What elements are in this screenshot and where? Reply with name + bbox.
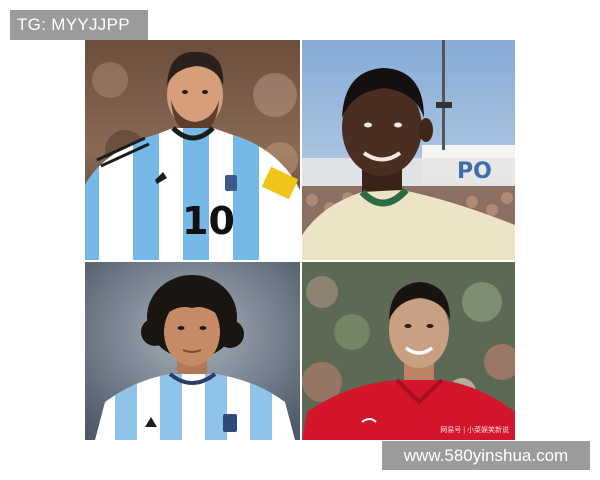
stadium-sign-text: PO xyxy=(457,159,492,184)
watermark-bottom-right: www.580yinshua.com xyxy=(382,441,590,470)
football-player-photo-icon xyxy=(85,262,300,440)
page: TG: MYYJJPP 10 PO 网易号 | 小菜娱笑新说 www.580yi… xyxy=(0,0,600,480)
football-player-photo-icon xyxy=(302,262,515,440)
watermark-top-left: TG: MYYJJPP xyxy=(10,10,148,40)
photo-grid: 10 PO 网易号 | 小菜娱笑新说 xyxy=(85,40,515,440)
photo-player-stadium: PO xyxy=(302,40,515,260)
photo-credit: 网易号 | 小菜娱笑新说 xyxy=(440,427,509,434)
photo-player-striped-10: 10 xyxy=(85,40,300,260)
football-player-photo-icon: PO xyxy=(302,40,515,260)
photo-player-red-shirt: 网易号 | 小菜娱笑新说 xyxy=(302,262,515,440)
football-player-photo-icon: 10 xyxy=(85,40,300,260)
jersey-number: 10 xyxy=(182,199,235,243)
photo-player-curly-hair xyxy=(85,262,300,440)
